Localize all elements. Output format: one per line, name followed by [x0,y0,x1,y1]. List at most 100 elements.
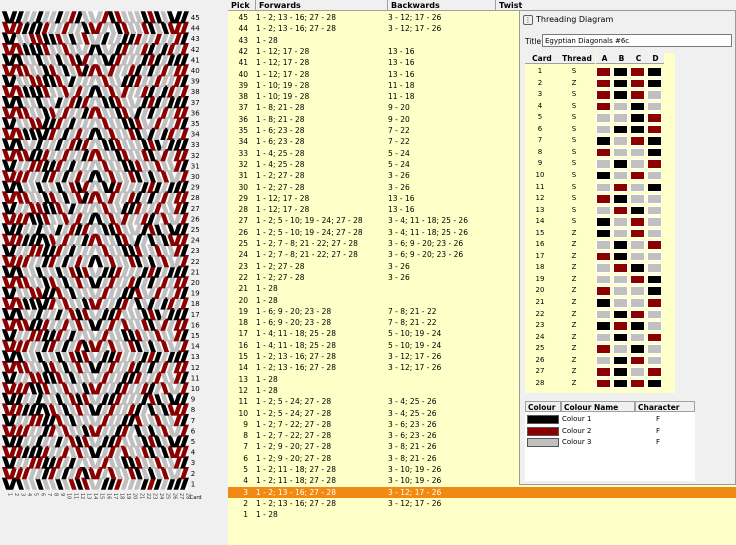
hole-colour-cell[interactable] [630,113,645,123]
card-row[interactable]: 21 Z [525,297,675,309]
hole-colour-cell[interactable] [630,344,645,354]
card-row[interactable]: 2Z [525,78,675,90]
forwards-column-header[interactable]: Forwards [256,0,388,11]
hole-colour-cell[interactable] [613,101,628,112]
card-row[interactable]: 6S [525,124,675,136]
hole-colour-cell[interactable] [630,240,645,250]
hole-colour-cell[interactable] [630,378,645,389]
hole-colour-cell[interactable] [596,332,611,343]
hole-colour-cell[interactable] [596,90,611,100]
hole-colour-cell[interactable] [596,170,611,181]
colour-row[interactable]: Colour 3 F [525,437,695,448]
hole-colour-cell[interactable] [613,309,628,320]
window-menu-icon[interactable]: ⋮ [523,15,533,25]
hole-colour-cell[interactable] [613,344,628,354]
hole-colour-cell[interactable] [630,321,645,331]
hole-colour-cell[interactable] [596,274,611,285]
card-row[interactable]: 27 Z [525,366,675,378]
hole-colour-cell[interactable] [596,355,611,366]
hole-colour-cell[interactable] [630,251,645,262]
hole-colour-cell[interactable] [647,217,662,227]
hole-colour-cell[interactable] [596,182,611,192]
hole-colour-cell[interactable] [596,367,611,377]
hole-colour-cell[interactable] [630,170,645,181]
hole-colour-cell[interactable] [613,90,628,100]
hole-colour-cell[interactable] [613,147,628,158]
hole-colour-cell[interactable] [596,344,611,354]
hole-colour-cell[interactable] [630,194,645,204]
hole-colour-cell[interactable] [596,321,611,331]
hole-colour-cell[interactable] [613,332,628,343]
pick-row[interactable]: 1 1 - 28 [228,509,736,520]
hole-colour-cell[interactable] [613,367,628,377]
hole-colour-cell[interactable] [613,124,628,135]
hole-colour-cell[interactable] [596,378,611,389]
hole-colour-cell[interactable] [630,309,645,320]
hole-colour-cell[interactable] [613,355,628,366]
hole-colour-cell[interactable] [647,240,662,250]
hole-colour-cell[interactable] [596,205,611,216]
card-row[interactable]: 25 Z [525,343,675,355]
hole-colour-cell[interactable] [613,159,628,169]
hole-colour-cell[interactable] [596,159,611,169]
hole-colour-cell[interactable] [613,228,628,239]
hole-colour-cell[interactable] [596,194,611,204]
card-row[interactable]: 12 S [525,193,675,205]
hole-colour-cell[interactable] [596,286,611,296]
card-row[interactable]: 14 S [525,216,675,228]
hole-colour-cell[interactable] [647,367,662,377]
hole-colour-cell[interactable] [647,159,662,169]
hole-colour-cell[interactable] [647,355,662,366]
hole-colour-cell[interactable] [647,182,662,192]
hole-colour-cell[interactable] [596,251,611,262]
hole-colour-cell[interactable] [613,113,628,123]
hole-colour-cell[interactable] [647,321,662,331]
hole-colour-cell[interactable] [630,101,645,112]
card-row[interactable]: 22 Z [525,309,675,321]
hole-colour-cell[interactable] [630,182,645,192]
card-row[interactable]: 24 Z [525,332,675,344]
hole-colour-cell[interactable] [630,67,645,77]
hole-colour-cell[interactable] [647,378,662,389]
pick-row[interactable]: 2 1 - 2; 13 - 16; 27 - 28 3 - 12; 17 - 26 [228,498,736,509]
hole-colour-cell[interactable] [613,170,628,181]
hole-colour-cell[interactable] [630,355,645,366]
card-row[interactable]: 9S [525,158,675,170]
hole-colour-cell[interactable] [596,298,611,308]
hole-colour-cell[interactable] [647,78,662,89]
card-row[interactable]: 17 Z [525,251,675,263]
card-row[interactable]: 1S [525,66,675,78]
hole-colour-cell[interactable] [613,286,628,296]
colour-name-column-header[interactable]: Colour Name [561,401,635,412]
hole-colour-cell[interactable] [630,332,645,343]
hole-colour-cell[interactable] [596,217,611,227]
card-threading-grid[interactable]: Card Thread A B C D 1 S 2 Z 3 S 4 S 5 S 6 S 7 S 8 S 9 S 10… [525,53,675,393]
pick-column-header[interactable]: Pick [228,0,256,11]
colour-swatch[interactable] [527,415,559,424]
hole-colour-cell[interactable] [630,136,645,146]
hole-colour-cell[interactable] [647,101,662,112]
hole-colour-cell[interactable] [596,124,611,135]
pick-row[interactable]: 3 1 - 2; 13 - 16; 27 - 28 3 - 12; 17 - 26 [228,486,736,498]
hole-colour-cell[interactable] [630,298,645,308]
card-row[interactable]: 5S [525,112,675,124]
hole-colour-cell[interactable] [630,159,645,169]
card-row[interactable]: 7S [525,135,675,147]
card-row[interactable]: 26 Z [525,355,675,367]
hole-colour-cell[interactable] [647,170,662,181]
hole-colour-cell[interactable] [647,90,662,100]
card-row[interactable]: 4S [525,101,675,113]
hole-colour-cell[interactable] [630,367,645,377]
hole-colour-cell[interactable] [630,228,645,239]
card-row[interactable]: 19 Z [525,274,675,286]
hole-colour-cell[interactable] [596,228,611,239]
hole-colour-cell[interactable] [596,240,611,250]
hole-colour-cell[interactable] [630,90,645,100]
hole-colour-cell[interactable] [613,251,628,262]
hole-d-header[interactable]: D [647,53,664,64]
hole-colour-cell[interactable] [596,67,611,77]
hole-colour-cell[interactable] [647,286,662,296]
hole-colour-cell[interactable] [630,274,645,285]
card-row[interactable]: 11 S [525,182,675,194]
hole-colour-cell[interactable] [613,182,628,192]
